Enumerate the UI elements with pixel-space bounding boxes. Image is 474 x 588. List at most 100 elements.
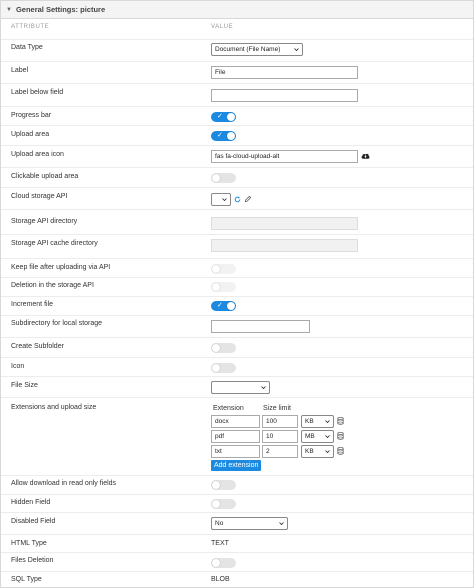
storage-api-cache-directory-label: Storage API cache directory — [11, 240, 98, 247]
files-deletion-label: Files Deletion — [11, 557, 54, 564]
row-upload-area: Upload area ✓ — [1, 125, 473, 145]
size-limit-input[interactable]: 10 — [262, 430, 298, 443]
row-increment-file: Increment file ✓ — [1, 296, 473, 315]
row-cloud-storage-api: Cloud storage API — [1, 187, 473, 209]
sql-type-value: BLOB — [211, 576, 230, 583]
create-subfolder-label: Create Subfolder — [11, 343, 64, 350]
file-size-label: File Size — [11, 382, 38, 389]
extension-input[interactable]: pdf — [211, 430, 260, 443]
increment-file-toggle[interactable]: ✓ — [211, 301, 236, 311]
icon-label: Icon — [11, 363, 25, 370]
label-input[interactable]: File — [211, 66, 358, 79]
row-deletion-storage-api: Deletion in the storage API — [1, 277, 473, 296]
row-file-size: File Size — [1, 376, 473, 397]
progress-bar-label: Progress bar — [11, 112, 52, 119]
label-below-label: Label below field — [11, 89, 64, 96]
clickable-upload-area-label: Clickable upload area — [11, 173, 79, 180]
cloud-upload-icon — [361, 153, 370, 159]
row-storage-api-cache-directory: Storage API cache directory — [1, 234, 473, 258]
data-type-label: Data Type — [11, 44, 43, 51]
icon-toggle[interactable] — [211, 363, 236, 373]
settings-panel: ▼ General Settings: picture ATTRIBUTE VA… — [0, 0, 474, 588]
extensions-label: Extensions and upload size — [11, 404, 97, 411]
file-size-select[interactable] — [211, 381, 270, 394]
extension-column-header: Extension — [213, 405, 244, 412]
disabled-field-select[interactable]: No — [211, 517, 288, 530]
refresh-icon[interactable] — [234, 196, 241, 203]
check-icon: ✓ — [217, 302, 223, 309]
disabled-field-label: Disabled Field — [11, 518, 56, 525]
row-create-subfolder: Create Subfolder — [1, 337, 473, 357]
storage-api-directory-label: Storage API directory — [11, 218, 78, 225]
column-header-attribute: ATTRIBUTE — [11, 24, 50, 30]
row-keep-file: Keep file after uploading via API — [1, 258, 473, 277]
unit-select[interactable]: KB — [301, 415, 334, 428]
chevron-down-icon — [279, 522, 284, 526]
deletion-storage-api-label: Deletion in the storage API — [11, 282, 94, 289]
html-type-value: TEXT — [211, 540, 229, 547]
add-extension-button[interactable]: Add extension — [211, 460, 262, 471]
chevron-down-icon — [222, 198, 227, 202]
hidden-field-label: Hidden Field — [11, 499, 51, 506]
unit-select[interactable]: KB — [301, 445, 334, 458]
clickable-upload-area-toggle[interactable] — [211, 173, 236, 183]
pencil-icon[interactable] — [244, 195, 252, 203]
panel-header[interactable]: ▼ General Settings: picture — [1, 1, 473, 19]
chevron-down-icon: ▼ — [6, 6, 12, 13]
row-label: Label File — [1, 61, 473, 83]
size-limit-input[interactable]: 2 — [262, 445, 298, 458]
html-type-label: HTML Type — [11, 540, 47, 547]
unit-value: KB — [305, 448, 314, 455]
label-below-input[interactable] — [211, 89, 358, 102]
keep-file-toggle — [211, 264, 236, 274]
row-icon: Icon — [1, 357, 473, 376]
row-subdirectory-local: Subdirectory for local storage — [1, 315, 473, 337]
hidden-field-toggle[interactable] — [211, 499, 236, 509]
label-label: Label — [11, 67, 29, 74]
size-limit-input[interactable]: 100 — [262, 415, 298, 428]
row-upload-area-icon: Upload area icon fas fa-cloud-upload-alt — [1, 145, 473, 167]
trash-icon[interactable] — [337, 417, 344, 425]
row-label-below: Label below field — [1, 83, 473, 106]
upload-area-toggle[interactable]: ✓ — [211, 131, 236, 141]
unit-value: MB — [305, 433, 315, 440]
data-type-select[interactable]: Document (File Name) — [211, 43, 303, 56]
trash-icon[interactable] — [337, 432, 344, 440]
create-subfolder-toggle[interactable] — [211, 343, 236, 353]
allow-download-toggle[interactable] — [211, 480, 236, 490]
progress-bar-toggle[interactable]: ✓ — [211, 112, 236, 122]
cloud-storage-api-label: Cloud storage API — [11, 193, 68, 200]
files-deletion-toggle[interactable] — [211, 558, 236, 568]
chevron-down-icon — [325, 420, 330, 424]
data-type-value: Document (File Name) — [215, 46, 281, 53]
extension-input[interactable]: txt — [211, 445, 260, 458]
allow-download-label: Allow download in read only fields — [11, 480, 117, 487]
size-limit-column-header: Size limit — [263, 405, 292, 412]
subdirectory-local-input[interactable] — [211, 320, 310, 333]
extension-input[interactable]: docx — [211, 415, 260, 428]
chevron-down-icon — [325, 450, 330, 454]
row-allow-download: Allow download in read only fields — [1, 475, 473, 494]
chevron-down-icon — [294, 48, 299, 52]
upload-area-label: Upload area — [11, 131, 50, 138]
upload-area-icon-input[interactable]: fas fa-cloud-upload-alt — [211, 150, 358, 163]
chevron-down-icon — [261, 386, 266, 390]
subdirectory-local-label: Subdirectory for local storage — [11, 320, 103, 327]
check-icon: ✓ — [217, 132, 223, 139]
panel-title: General Settings: picture — [15, 5, 106, 14]
trash-icon[interactable] — [337, 447, 344, 455]
disabled-field-value: No — [215, 520, 224, 527]
row-files-deletion: Files Deletion — [1, 552, 473, 571]
row-clickable-upload-area: Clickable upload area — [1, 167, 473, 187]
row-extensions: Extensions and upload size Extension Siz… — [1, 397, 473, 475]
column-header-value: VALUE — [211, 24, 234, 30]
row-storage-api-directory: Storage API directory — [1, 209, 473, 234]
upload-area-icon-label: Upload area icon — [11, 151, 64, 158]
unit-value: KB — [305, 418, 314, 425]
chevron-down-icon — [325, 435, 330, 439]
row-hidden-field: Hidden Field — [1, 494, 473, 512]
check-icon: ✓ — [217, 113, 223, 120]
cloud-storage-api-select[interactable] — [211, 193, 231, 206]
row-disabled-field: Disabled Field No — [1, 512, 473, 534]
unit-select[interactable]: MB — [301, 430, 334, 443]
